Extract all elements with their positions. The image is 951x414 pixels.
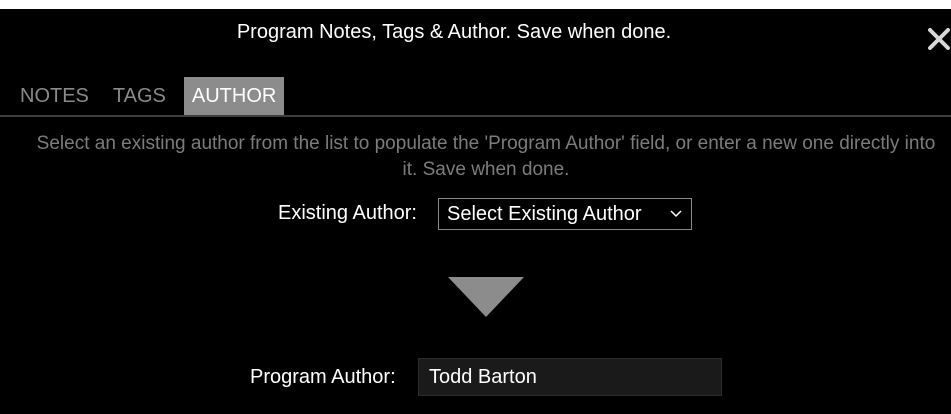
program-author-input[interactable] xyxy=(418,358,722,396)
tab-bar: NOTES TAGS AUTHOR xyxy=(20,77,285,115)
dialog-title: Program Notes, Tags & Author. Save when … xyxy=(236,21,672,43)
chevron-down-icon xyxy=(670,210,682,218)
tab-divider xyxy=(0,115,951,117)
program-author-row: Program Author: xyxy=(0,358,951,396)
tab-author[interactable]: AUTHOR xyxy=(183,77,285,115)
arrow-down-icon xyxy=(448,277,524,317)
existing-author-row: Existing Author: Select Existing Author xyxy=(0,198,951,232)
program-notes-dialog: Program Notes, Tags & Author. Save when … xyxy=(0,9,951,414)
program-author-label: Program Author: xyxy=(250,366,396,388)
existing-author-label: Existing Author: xyxy=(278,202,417,224)
top-border-strip xyxy=(0,0,951,9)
existing-author-select-value: Select Existing Author xyxy=(447,202,642,225)
existing-author-select[interactable]: Select Existing Author xyxy=(438,198,692,230)
author-instructions: Select an existing author from the list … xyxy=(36,133,936,180)
tab-notes[interactable]: NOTES xyxy=(8,77,101,115)
close-icon[interactable] xyxy=(927,27,951,51)
tab-tags[interactable]: TAGS xyxy=(101,77,178,115)
